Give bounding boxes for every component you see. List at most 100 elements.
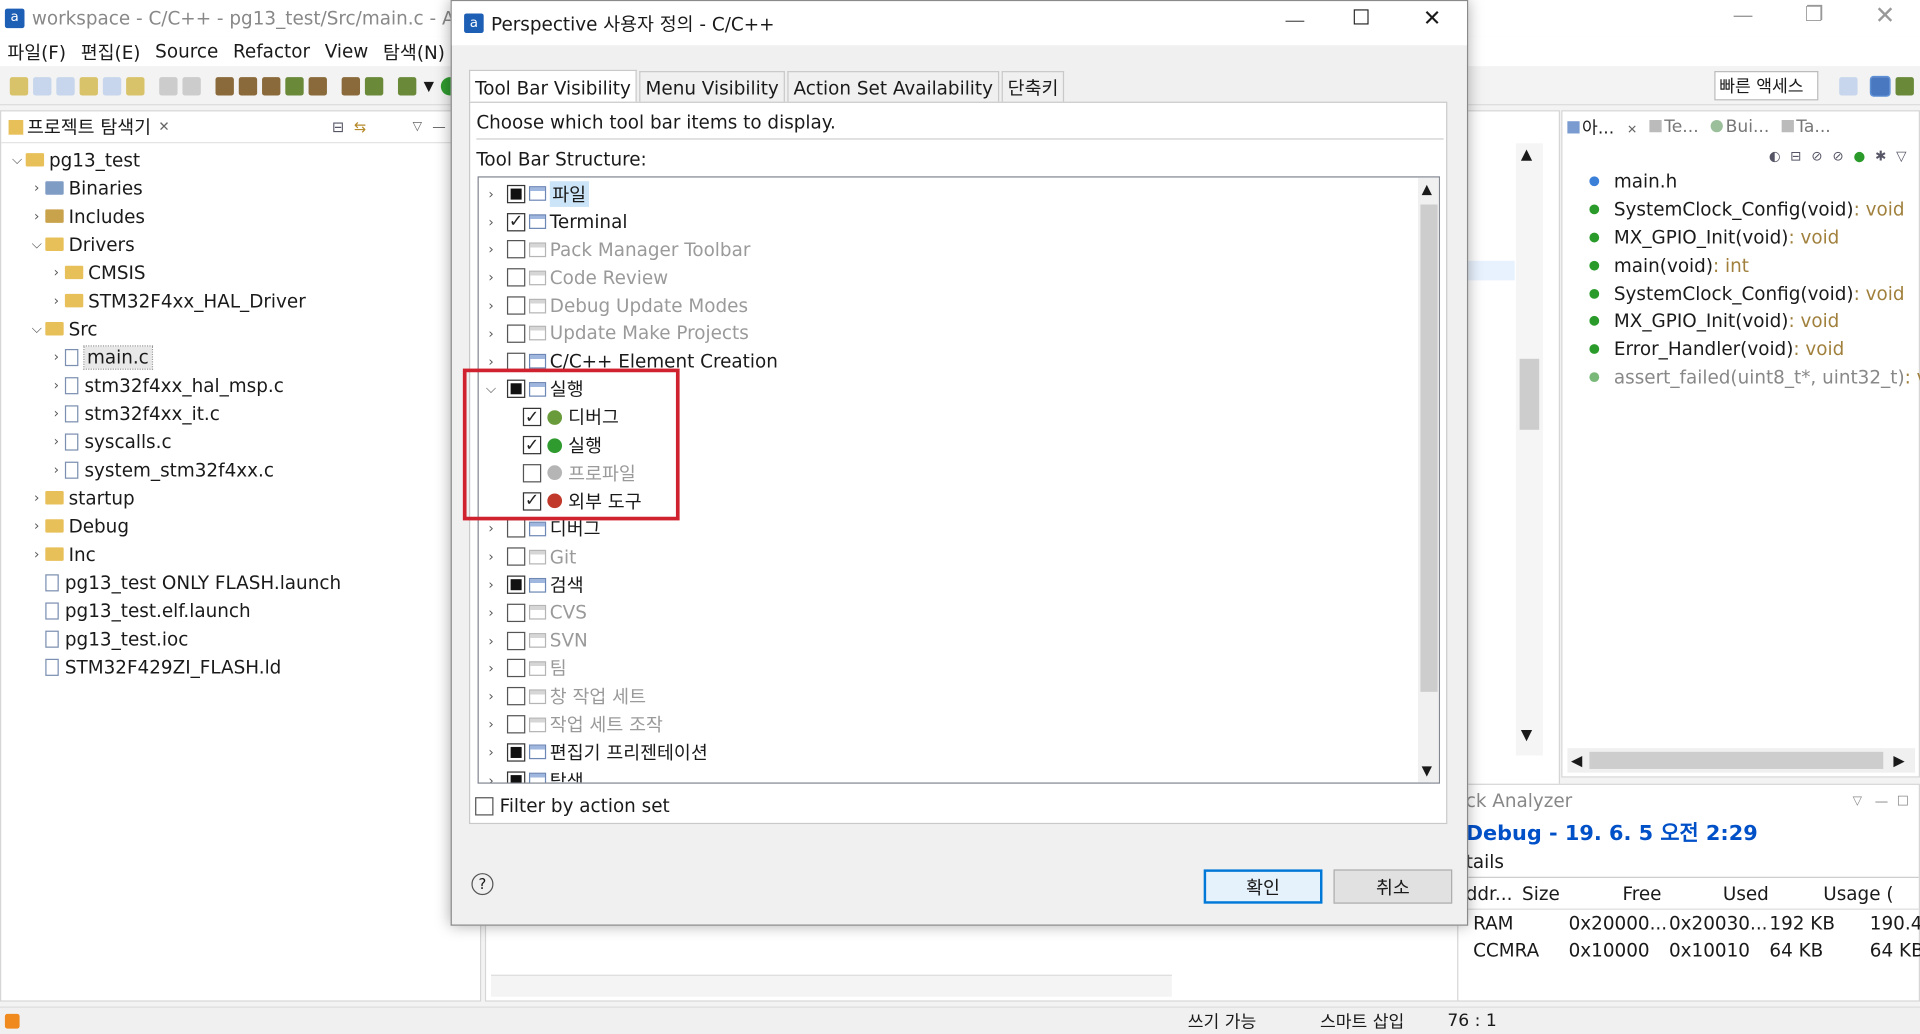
chevron-right-icon[interactable]: › — [48, 293, 65, 309]
chevron-down-icon[interactable]: ⌵ — [9, 151, 26, 168]
restore-icon[interactable]: ❐ — [1805, 2, 1824, 26]
explorer-item[interactable]: › CMSIS — [1, 258, 480, 286]
tree-item[interactable]: › 파일 — [479, 180, 1439, 208]
hammer-icon[interactable] — [308, 77, 327, 96]
tab-shortcuts[interactable]: 단축키 — [1001, 71, 1065, 103]
tree-item-checkbox[interactable] — [506, 687, 526, 706]
chevron-right-icon[interactable]: › — [482, 521, 499, 537]
tree-item-checkbox[interactable] — [506, 324, 526, 343]
chevron-right-icon[interactable]: › — [482, 744, 499, 760]
outline-hscroll-thumb[interactable] — [1589, 751, 1884, 769]
scroll-down-icon[interactable]: ▼ — [1422, 763, 1432, 779]
tree-item-checkbox[interactable] — [506, 240, 526, 259]
scroll-up-icon[interactable]: ▲ — [1422, 181, 1432, 197]
hide-static-icon[interactable]: ⊘ — [1811, 148, 1822, 164]
debug-icon[interactable] — [364, 77, 384, 96]
open-perspective-icon[interactable] — [1839, 77, 1858, 96]
minimize-view-icon[interactable]: — — [1875, 793, 1888, 809]
dialog-minimize-icon[interactable]: — — [1285, 9, 1306, 33]
minimize-icon[interactable]: — — [1733, 4, 1754, 28]
chevron-right-icon[interactable]: › — [482, 772, 499, 782]
explorer-item[interactable]: pg13_test.ioc — [1, 624, 480, 652]
tree-item-checkbox[interactable] — [506, 547, 526, 567]
explorer-item[interactable]: › startup — [1, 484, 480, 512]
scroll-down-icon[interactable]: ▼ — [1521, 726, 1532, 743]
minimize-view-icon[interactable]: — — [432, 119, 445, 135]
help-icon[interactable]: ? — [471, 873, 494, 896]
outline-item[interactable]: Error_Handler(void) : void — [1589, 335, 1918, 363]
outline-item[interactable]: main.h — [1589, 168, 1918, 196]
chevron-down-icon[interactable]: ⌵ — [28, 236, 45, 253]
ok-button[interactable]: 확인 — [1203, 869, 1323, 904]
tree-item[interactable]: › Code Review — [479, 264, 1439, 292]
tree-item-checkbox[interactable] — [506, 770, 526, 783]
outline-item[interactable]: assert_failed(uint8_t*, uint32_t) : void — [1589, 363, 1920, 391]
menu-refactor[interactable]: Refactor — [233, 40, 310, 62]
explorer-item[interactable]: ⌵ Src — [1, 315, 480, 343]
col-used[interactable]: Used — [1723, 882, 1769, 904]
view-menu-icon[interactable]: ▽ — [413, 120, 422, 133]
close-view-icon[interactable]: ✕ — [158, 119, 169, 135]
explorer-item[interactable]: STM32F429ZI_FLASH.ld — [1, 653, 480, 681]
menu-source[interactable]: Source — [155, 40, 218, 62]
editor-scroll-thumb[interactable] — [1519, 358, 1540, 430]
chevron-right-icon[interactable]: › — [48, 405, 65, 421]
chevron-right-icon[interactable]: › — [482, 326, 499, 342]
tree-item[interactable]: › CVS — [479, 599, 1439, 627]
outline-item[interactable]: MX_GPIO_Init(void) : void — [1589, 224, 1918, 252]
tree-item-checkbox[interactable] — [506, 631, 526, 650]
clean-icon[interactable] — [262, 77, 281, 96]
explorer-item[interactable]: › Binaries — [1, 174, 480, 202]
tree-item[interactable]: › 검색 — [479, 571, 1439, 599]
chevron-right-icon[interactable]: › — [482, 605, 499, 621]
debug-perspective-icon[interactable] — [1895, 77, 1914, 96]
explorer-item[interactable]: › Includes — [1, 202, 480, 230]
explorer-item[interactable]: › system_stm32f4xx.c — [1, 456, 480, 484]
chevron-right-icon[interactable]: › — [48, 264, 65, 280]
hide-nonpublic-icon[interactable]: ⊘ — [1832, 148, 1843, 164]
cancel-button[interactable]: 취소 — [1333, 869, 1453, 904]
scroll-up-icon[interactable]: ▲ — [1521, 146, 1532, 163]
save-all-icon[interactable] — [182, 77, 201, 96]
tree-item-checkbox[interactable] — [506, 212, 526, 232]
chevron-down-icon[interactable]: ▼ — [424, 78, 434, 94]
chevron-right-icon[interactable]: › — [482, 242, 499, 258]
chevron-right-icon[interactable]: › — [482, 298, 499, 314]
tree-item[interactable]: › Terminal — [479, 208, 1439, 236]
tree-item-checkbox[interactable] — [506, 659, 526, 678]
chevron-right-icon[interactable]: › — [28, 208, 45, 224]
explorer-item[interactable]: › stm32f4xx_it.c — [1, 399, 480, 427]
filter-by-action-set[interactable]: Filter by action set — [475, 795, 670, 817]
tree-item[interactable]: › 창 작업 세트 — [479, 682, 1439, 710]
scroll-right-icon[interactable]: ▶ — [1893, 752, 1904, 769]
tree-item-checkbox[interactable] — [506, 519, 526, 539]
view-menu-icon[interactable]: ▽ — [1896, 148, 1906, 164]
col-free[interactable]: Free — [1622, 882, 1661, 904]
dialog-maximize-icon[interactable]: ☐ — [1352, 6, 1371, 30]
explorer-item[interactable]: › stm32f4xx_hal_msp.c — [1, 371, 480, 399]
chevron-right-icon[interactable]: › — [482, 214, 499, 230]
cpp-perspective-icon[interactable] — [1869, 75, 1891, 97]
tab-te[interactable]: Te... — [1649, 118, 1699, 137]
tree-item-checkbox[interactable] — [506, 743, 526, 762]
tree-item[interactable]: › Pack Manager Toolbar — [479, 236, 1439, 264]
build-icon[interactable] — [215, 77, 234, 96]
tree-item-checkbox[interactable] — [506, 603, 526, 622]
quick-access-field[interactable]: 빠른 액세스 — [1714, 71, 1819, 101]
save-icon[interactable] — [159, 77, 178, 96]
tree-item[interactable]: › SVN — [479, 627, 1439, 655]
filter-checkbox[interactable] — [475, 796, 494, 815]
open-icon[interactable] — [102, 77, 122, 96]
stack-row[interactable]: RAM0x20000...0x20030...192 KB190.46 KB1.… — [1458, 910, 1920, 937]
chevron-right-icon[interactable]: › — [482, 688, 499, 704]
menu-file[interactable]: 파일(F) — [7, 39, 66, 65]
tree-item[interactable]: › 팀 — [479, 655, 1439, 683]
close-icon[interactable]: ✕ — [1875, 0, 1896, 29]
new-source-icon[interactable] — [33, 77, 52, 96]
chevron-right-icon[interactable]: › — [482, 633, 499, 649]
tree-item[interactable]: › Debug Update Modes — [479, 292, 1439, 320]
tab-action-set-availability[interactable]: Action Set Availability — [787, 71, 1000, 103]
editor-vertical-scrollbar[interactable] — [1515, 143, 1543, 756]
explorer-item[interactable]: ⌵ Drivers — [1, 230, 480, 258]
chevron-right-icon[interactable]: › — [482, 577, 499, 593]
